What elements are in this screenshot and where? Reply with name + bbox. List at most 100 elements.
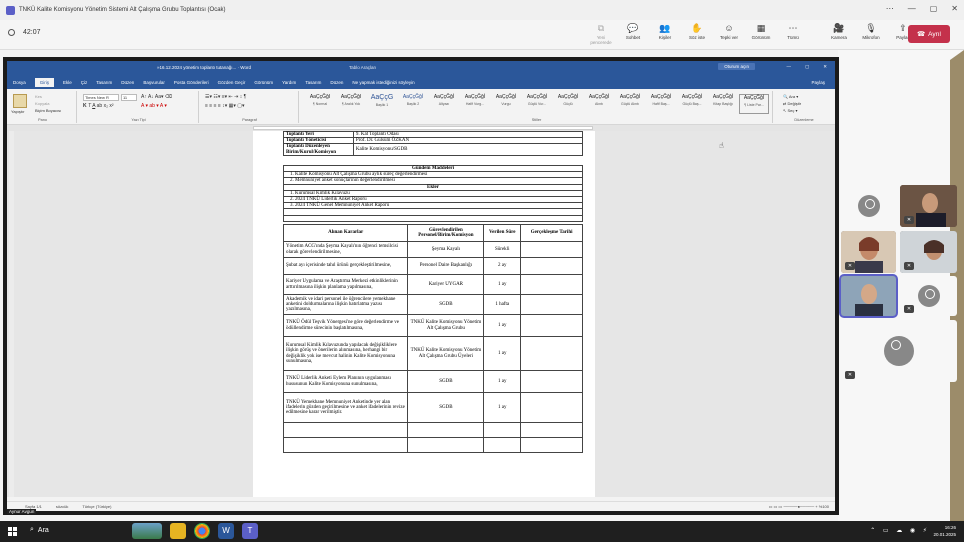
ribbon-tab[interactable]: Giriş: [34, 77, 55, 87]
grow-font-icon[interactable]: A↑ A↓ Aa▾ ⌫: [141, 94, 172, 100]
participant-tile[interactable]: ✕: [841, 320, 957, 382]
style-item[interactable]: AaÇçĞğI ¶ Aralık Yok: [336, 94, 366, 114]
paste-icon[interactable]: [13, 94, 27, 108]
style-item[interactable]: AaÇçĞğİ Güçlü Vur...: [522, 94, 552, 114]
style-item[interactable]: AaÇçĞğİ Güçlü Baş...: [677, 94, 707, 114]
paste-label[interactable]: Yapıştır: [11, 109, 25, 114]
avatar-icon: [884, 336, 914, 366]
assignee: Kariyer UYGAR: [407, 274, 485, 295]
style-item[interactable]: AaÇçĞğİ Başlık 2: [398, 94, 428, 114]
tool-label: Mikrofon: [862, 35, 880, 40]
ribbon-tab[interactable]: Posta Gönderileri: [174, 80, 209, 85]
raise-hand-icon: ✋: [691, 23, 703, 33]
ribbon-tab[interactable]: Düzen: [121, 80, 134, 85]
font-name-select[interactable]: Times New R: [83, 94, 119, 101]
ribbon-tab[interactable]: Düzen: [330, 80, 343, 85]
style-item[interactable]: AaÇçG Başlık 1: [367, 94, 397, 114]
leave-button[interactable]: ☎ Ayrıl: [908, 25, 950, 43]
font-color-icon[interactable]: A ▾ ab ▾ A ▾: [141, 103, 167, 109]
ribbon-tab[interactable]: Tasarım: [305, 80, 321, 85]
style-item[interactable]: AaÇçĞğİ Alıntı: [584, 94, 614, 114]
minimize-icon[interactable]: —: [908, 4, 916, 13]
participant-video-tile[interactable]: ✕: [900, 185, 957, 227]
select-button[interactable]: ↖ Seç ▾: [783, 108, 798, 113]
teams-app-icon[interactable]: T: [242, 523, 258, 539]
participant-tile[interactable]: ✕: [900, 276, 957, 316]
styles-label: Stiller: [531, 118, 542, 122]
taskbar-search[interactable]: ⌕ Ara: [30, 526, 49, 534]
word-maximize-icon[interactable]: ▢: [805, 64, 809, 70]
style-item[interactable]: AaÇçĞğİ Hafif Baş...: [646, 94, 676, 114]
status-language[interactable]: Türkçe (Türkiye): [82, 504, 111, 509]
participant-video-tile-active[interactable]: [839, 274, 898, 318]
style-item[interactable]: AaÇçĞğİ ¶ Liste Par...: [739, 94, 769, 114]
style-item[interactable]: AaÇçĞğİ Hafif Vurg...: [460, 94, 490, 114]
paragraph-label: Paragraf: [242, 118, 257, 122]
participant-video-tile[interactable]: ✕: [841, 231, 896, 273]
zoom-level[interactable]: ▭ ▭ ▭ ─────●───── + %100: [769, 504, 829, 509]
style-item[interactable]: AaÇçĞğİ Güçlü Alıntı: [615, 94, 645, 114]
ribbon-tab[interactable]: Tasarım: [96, 80, 112, 85]
tool-mic-off[interactable]: 🎙 Mikrofon: [858, 22, 884, 45]
find-button[interactable]: 🔍 Ara ▾: [783, 94, 798, 99]
zoom-slider-icon[interactable]: ▭ ▭ ▭ ─────●───── +: [769, 504, 818, 509]
column-header: Gerçekleşme Tarihi: [520, 224, 583, 242]
style-item[interactable]: AaÇçĞğİ Kitap Başlığı: [708, 94, 738, 114]
meeting-toolbar: 42:07 ⧉ Yeni pencerede 💬 Sohbet 👥 Kişiler ✋ Söz…: [0, 20, 964, 50]
tool-chat[interactable]: 💬 Sohbet: [620, 22, 646, 45]
windows-start-icon[interactable]: [8, 527, 17, 536]
document-area[interactable]: Toplantı Yeri 9. Kat Toplantı Odası Toplan…: [7, 130, 835, 497]
ribbon-tab[interactable]: Ekle: [63, 80, 72, 85]
more-options-icon[interactable]: ⋯: [886, 4, 894, 13]
ribbon-tab[interactable]: Yardım: [282, 80, 296, 85]
maximize-icon[interactable]: ▢: [930, 4, 938, 13]
ribbon-tab[interactable]: Dosya: [13, 80, 26, 85]
tool-more[interactable]: ⋯ Tümü: [780, 22, 806, 45]
ribbon-tab[interactable]: Çiz: [81, 80, 88, 85]
sign-in-button[interactable]: Oturum açın: [718, 63, 755, 70]
ribbon-tab[interactable]: Gözden Geçir: [218, 80, 246, 85]
tool-raise-hand[interactable]: ✋ Söz iste: [684, 22, 710, 45]
word-minimize-icon[interactable]: —: [786, 64, 791, 70]
chat-icon: 💬: [627, 23, 639, 33]
clock[interactable]: 16:26 20.01.2025: [933, 524, 956, 538]
replace-button[interactable]: ⇄ Değiştir: [783, 101, 801, 106]
word-app-icon[interactable]: W: [218, 523, 234, 539]
chrome-icon[interactable]: [194, 523, 210, 539]
style-item[interactable]: AaÇçĞğİ Vurgu: [491, 94, 521, 114]
participant-video-tile[interactable]: ✕: [900, 231, 957, 273]
style-item[interactable]: AaÇçĞğI ¶ Normal: [305, 94, 335, 114]
tool-people[interactable]: 👥 Kişiler: [652, 22, 678, 45]
tool-camera-off[interactable]: 🎥 Kamera: [826, 22, 852, 45]
duration: 1 ay: [483, 392, 522, 423]
phone-hangup-icon: ☎: [917, 31, 926, 38]
font-size-select[interactable]: 11: [121, 94, 137, 101]
mic-off-icon: ✕: [904, 262, 914, 270]
participant-video: [841, 276, 896, 316]
ribbon-tab[interactable]: Ne yapmak istediğinizi söyleyin: [352, 80, 414, 85]
style-item[interactable]: AaÇçĞğİ Güçlü: [553, 94, 583, 114]
style-item[interactable]: AaÇçĞğİ Altyazı: [429, 94, 459, 114]
format-painter-button[interactable]: Biçim Boyacısı: [35, 108, 61, 113]
duration: 1 ay: [483, 370, 522, 393]
system-tray-icons[interactable]: ⌃ ▭ ☁ ◉ ⚡: [870, 527, 930, 534]
cut-button[interactable]: Kes: [35, 94, 42, 99]
word-close-icon[interactable]: ✕: [823, 64, 827, 70]
tool-label: Görünüm: [751, 35, 771, 40]
align-icons[interactable]: ≡ ≡ ≡ ≡ ↕▾ ▦▾ ▢▾: [205, 103, 244, 109]
ribbon-tab[interactable]: Başvurular: [143, 80, 165, 85]
file-explorer-icon[interactable]: [170, 523, 186, 539]
list-icons[interactable]: ☰▾ ☷▾ ≡▾ ⇤ ⇥ ↕ ¶: [205, 94, 246, 100]
word-share-button[interactable]: Paylaş: [811, 80, 825, 85]
tool-reaction[interactable]: ☺ Tepki ver: [716, 22, 742, 45]
widgets-icon[interactable]: [132, 523, 162, 539]
tool-view[interactable]: ▦ Görünüm: [748, 22, 774, 45]
participant-tile[interactable]: [841, 185, 896, 227]
ribbon-tab[interactable]: Görünüm: [254, 80, 273, 85]
close-icon[interactable]: ✕: [951, 4, 958, 13]
status-words[interactable]: sözcük: [56, 504, 68, 509]
tool-new-window[interactable]: ⧉ Yeni pencerede: [588, 22, 614, 45]
copy-button[interactable]: Kopyala: [35, 101, 49, 106]
document-page[interactable]: Toplantı Yeri 9. Kat Toplantı Odası Toplan…: [253, 130, 595, 497]
format-buttons[interactable]: K T A ab x₂ x²: [83, 103, 114, 109]
